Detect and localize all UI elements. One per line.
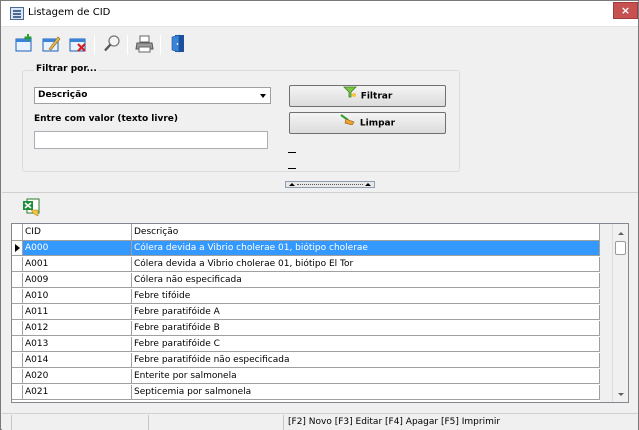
cell-cid[interactable]: A010 [23, 289, 132, 303]
cell-cid[interactable]: A011 [23, 305, 132, 319]
table-row[interactable]: A012 Febre paratifóide B [12, 321, 600, 336]
title-bar[interactable]: Listagem de CID × [1, 1, 638, 27]
table-row[interactable]: A020 Enterite por salmonela [12, 369, 600, 384]
row-indicator [12, 353, 23, 367]
row-indicator [12, 337, 23, 351]
table-row[interactable]: A021 Septicemia por salmonela [12, 385, 600, 400]
cell-cid[interactable]: A014 [23, 353, 132, 367]
cid-list-window: Listagem de CID × Filtrar por... Descriç… [0, 0, 639, 430]
status-bar: [F2] Novo [F3] Editar [F4] Apagar [F5] I… [2, 413, 638, 430]
cell-descricao[interactable]: Cólera devida a Vibrio cholerae 01, biót… [132, 241, 600, 255]
edit-document-icon[interactable] [39, 33, 63, 55]
section-divider [2, 192, 638, 193]
shortcut-hints: [F2] Novo [F3] Editar [F4] Apagar [F5] I… [288, 417, 501, 427]
grid-empty-area [600, 224, 612, 402]
table-row[interactable]: A010 Febre tifóide [12, 289, 600, 304]
broom-icon [340, 113, 356, 133]
filter-field-select[interactable]: Descrição [34, 87, 271, 104]
cell-cid[interactable]: A000 [23, 241, 132, 255]
table-row[interactable]: A000 Cólera devida a Vibrio cholerae 01,… [12, 241, 600, 256]
row-indicator [12, 257, 23, 271]
delete-document-icon[interactable] [66, 33, 90, 55]
scroll-up-icon[interactable] [618, 232, 624, 235]
app-window-icon [10, 7, 24, 20]
row-indicator [12, 273, 23, 287]
table-row[interactable]: A013 Febre paratifóide C [12, 337, 600, 352]
table-row[interactable]: A001 Cólera devida a Vibrio cholerae 01,… [12, 257, 600, 272]
table-row[interactable]: A011 Febre paratifóide A [12, 305, 600, 320]
row-indicator [12, 321, 23, 335]
splitter-grip [297, 184, 363, 185]
filter-field-value: Descrição [38, 90, 88, 100]
cell-descricao[interactable]: Febre paratifóide não especificada [132, 353, 600, 367]
column-header-cid[interactable]: CID [23, 224, 132, 240]
status-panel [12, 415, 149, 430]
table-row[interactable]: A014 Febre paratifóide não especificada [12, 353, 600, 368]
row-selected-indicator-icon [12, 241, 23, 255]
toolbar-separator [160, 35, 161, 55]
cell-cid[interactable]: A020 [23, 369, 132, 383]
exit-door-icon[interactable] [166, 33, 190, 55]
row-indicator [12, 305, 23, 319]
clear-button-label: Limpar [359, 118, 396, 129]
window-title: Listagem de CID [28, 7, 111, 18]
table-row[interactable]: A009 Cólera não especificada [12, 273, 600, 288]
status-panel [2, 415, 12, 430]
column-header-descricao[interactable]: Descrição [132, 224, 600, 240]
filter-value-input[interactable] [34, 131, 268, 149]
filter-button-label: Filtrar [360, 91, 393, 102]
cell-cid[interactable]: A001 [23, 257, 132, 271]
cell-descricao[interactable]: Febre paratifóide A [132, 305, 600, 319]
close-button[interactable]: × [613, 2, 638, 19]
cell-descricao[interactable]: Febre paratifóide C [132, 337, 600, 351]
scrollbar-thumb[interactable] [615, 241, 626, 255]
magnifier-icon[interactable] [100, 33, 124, 55]
cell-cid[interactable]: A012 [23, 321, 132, 335]
cell-cid[interactable]: A013 [23, 337, 132, 351]
cell-descricao[interactable]: Cólera devida a Vibrio cholerae 01, biót… [132, 257, 600, 271]
status-panel [149, 415, 284, 430]
row-indicator [12, 289, 23, 303]
new-document-icon[interactable] [12, 33, 36, 55]
cell-descricao[interactable]: Cólera não especificada [132, 273, 600, 287]
chevron-down-icon[interactable] [260, 94, 266, 98]
filter-group-label: Filtrar por... [34, 64, 99, 74]
toolbar [9, 29, 629, 59]
vertical-scrollbar[interactable] [612, 224, 628, 402]
row-indicator [12, 385, 23, 399]
printer-icon[interactable] [133, 33, 157, 55]
export-excel-icon[interactable] [22, 197, 42, 217]
collapse-panel-splitter[interactable] [285, 181, 375, 188]
cell-cid[interactable]: A009 [23, 273, 132, 287]
funnel-icon [342, 86, 357, 106]
placeholder-dash-1 [288, 152, 296, 153]
filter-button[interactable]: Filtrar [289, 85, 446, 107]
row-indicator [12, 369, 23, 383]
cid-data-grid[interactable]: CID Descrição A000 Cólera devida a Vibri… [11, 223, 629, 403]
cell-descricao[interactable]: Septicemia por salmonela [132, 385, 600, 399]
placeholder-dash-2 [288, 168, 296, 169]
toolbar-separator [127, 35, 128, 55]
cell-descricao[interactable]: Enterite por salmonela [132, 369, 600, 383]
toolbar-separator [94, 35, 95, 55]
filter-value-label: Entre com valor (texto livre) [34, 114, 178, 124]
grid-header: CID Descrição [12, 224, 600, 241]
scroll-down-icon[interactable] [618, 393, 624, 396]
clear-button[interactable]: Limpar [289, 112, 446, 134]
cell-descricao[interactable]: Febre paratifóide B [132, 321, 600, 335]
cell-descricao[interactable]: Febre tifóide [132, 289, 600, 303]
cell-cid[interactable]: A021 [23, 385, 132, 399]
row-indicator-header [12, 224, 23, 240]
